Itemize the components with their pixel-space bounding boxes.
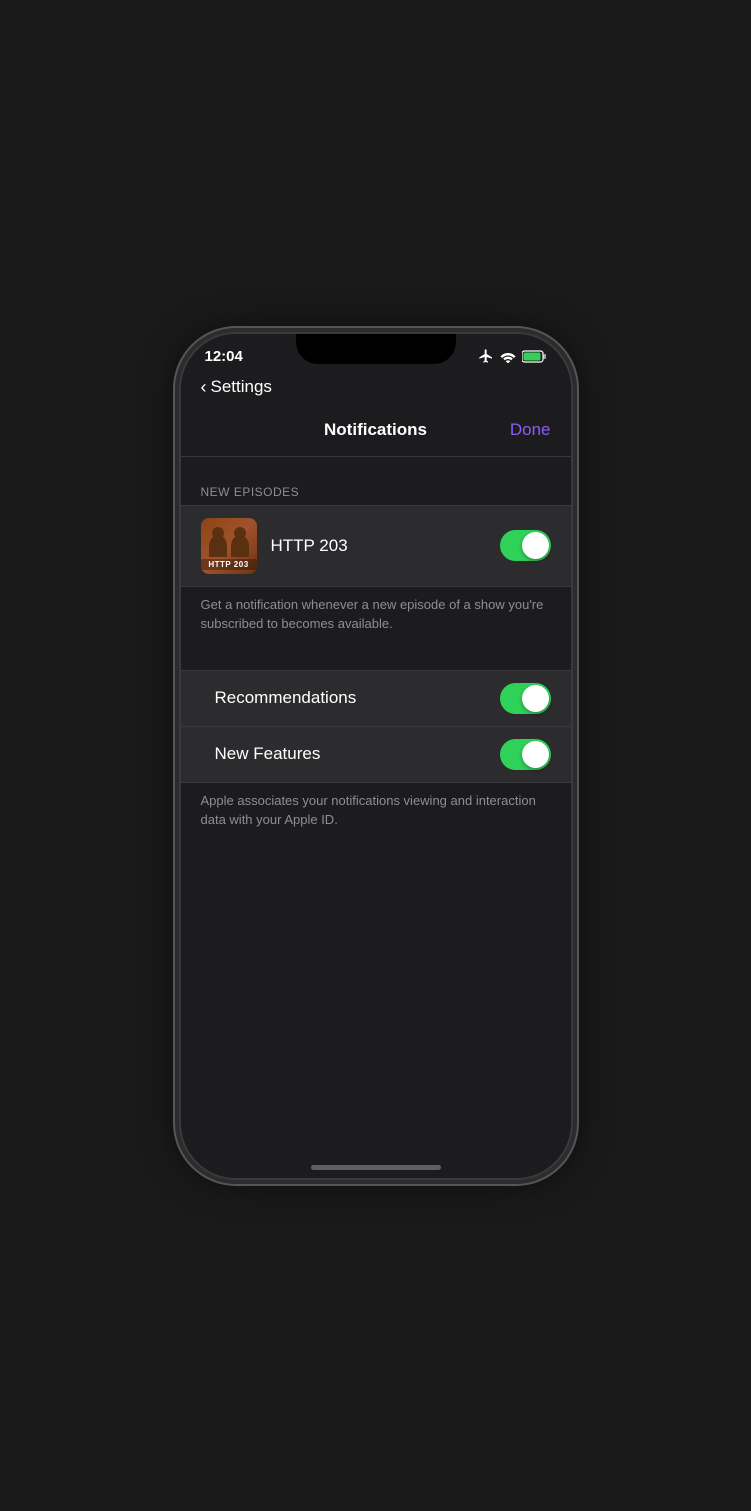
http203-toggle-knob: [522, 532, 549, 559]
podcast-thumb-inner: HTTP 203: [201, 518, 257, 574]
recommendations-label: Recommendations: [215, 688, 500, 708]
new-features-toggle[interactable]: [500, 739, 551, 770]
recommendations-toggle[interactable]: [500, 683, 551, 714]
status-icons: [478, 348, 547, 364]
screen: 12:04 ‹ Set: [181, 334, 571, 1178]
home-indicator: [311, 1165, 441, 1170]
back-chevron-icon: ‹: [201, 377, 207, 398]
new-episodes-label: NEW EPISODES: [201, 485, 300, 499]
header-row: Notifications Done: [181, 408, 571, 456]
podcast-artwork: [209, 535, 249, 557]
general-list: Recommendations New Features: [181, 670, 571, 783]
new-episodes-footer-text: Get a notification whenever a new episod…: [201, 597, 544, 632]
phone-frame: 12:04 ‹ Set: [181, 334, 571, 1178]
page-title: Notifications: [324, 420, 427, 440]
general-footer: Apple associates your notifications view…: [181, 783, 571, 846]
http203-toggle[interactable]: [500, 530, 551, 561]
http203-label: HTTP 203: [271, 536, 500, 556]
new-episodes-list: HTTP 203 HTTP 203: [181, 505, 571, 587]
mid-space: [181, 650, 571, 670]
new-features-item: New Features: [181, 726, 571, 782]
recommendations-item: Recommendations: [181, 671, 571, 726]
done-button[interactable]: Done: [510, 420, 551, 440]
new-episodes-footer: Get a notification whenever a new episod…: [181, 587, 571, 650]
back-label: Settings: [211, 377, 272, 397]
general-footer-text: Apple associates your notifications view…: [201, 793, 536, 828]
top-space: [181, 457, 571, 477]
back-button[interactable]: ‹ Settings: [201, 377, 272, 398]
battery-icon: [522, 350, 547, 363]
content-area: Notifications Done NEW EPISODES: [181, 408, 571, 1178]
new-features-label: New Features: [215, 744, 500, 764]
person-2-silhouette: [231, 535, 249, 557]
wifi-icon: [500, 349, 516, 363]
new-episodes-section-header: NEW EPISODES: [181, 477, 571, 505]
airplane-icon: [478, 348, 494, 364]
new-features-toggle-knob: [522, 741, 549, 768]
status-time: 12:04: [205, 348, 243, 365]
person-1-silhouette: [209, 535, 227, 557]
podcast-thumbnail: HTTP 203: [201, 518, 257, 574]
list-item: HTTP 203 HTTP 203: [181, 506, 571, 586]
notch: [296, 334, 456, 364]
recommendations-toggle-knob: [522, 685, 549, 712]
podcast-label: HTTP 203: [201, 559, 257, 570]
nav-bar: ‹ Settings: [181, 373, 571, 408]
